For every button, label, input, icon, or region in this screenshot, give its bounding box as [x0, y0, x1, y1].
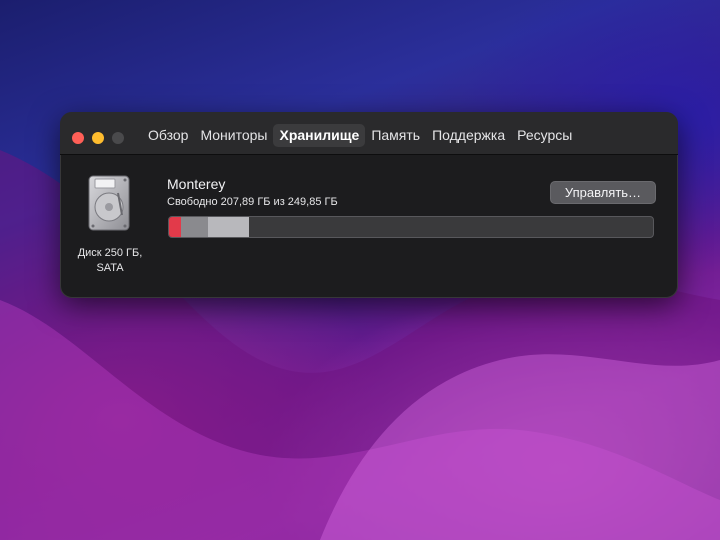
- usage-segment-system: [169, 217, 181, 237]
- tab-memory[interactable]: Память: [365, 124, 426, 147]
- volume-free-space: Свободно 207,89 ГБ из 249,85 ГБ: [167, 196, 338, 208]
- minimize-button[interactable]: [92, 132, 104, 144]
- zoom-button[interactable]: [112, 132, 124, 144]
- tab-bar: Обзор Мониторы Хранилище Память Поддержк…: [142, 124, 578, 147]
- close-button[interactable]: [72, 132, 84, 144]
- storage-usage-bar: [168, 216, 654, 238]
- usage-segment-other: [208, 217, 249, 237]
- manage-button[interactable]: Управлять…: [550, 181, 656, 204]
- volume-name: Monterey: [167, 176, 226, 192]
- titlebar: Обзор Мониторы Хранилище Память Поддержк…: [60, 112, 678, 155]
- usage-segment-apps: [181, 217, 208, 237]
- disk-type-label: SATA: [96, 262, 124, 274]
- tab-storage[interactable]: Хранилище: [273, 124, 366, 147]
- about-this-mac-window: Обзор Мониторы Хранилище Память Поддержк…: [60, 112, 678, 298]
- tab-resources[interactable]: Ресурсы: [511, 124, 578, 147]
- disk-label: Диск 250 ГБ, SATA: [72, 246, 148, 276]
- hard-disk-icon: [88, 175, 130, 231]
- tab-displays[interactable]: Мониторы: [194, 124, 273, 147]
- disk-size-label: Диск 250 ГБ,: [77, 247, 143, 259]
- tab-overview[interactable]: Обзор: [142, 124, 194, 147]
- tab-support[interactable]: Поддержка: [426, 124, 511, 147]
